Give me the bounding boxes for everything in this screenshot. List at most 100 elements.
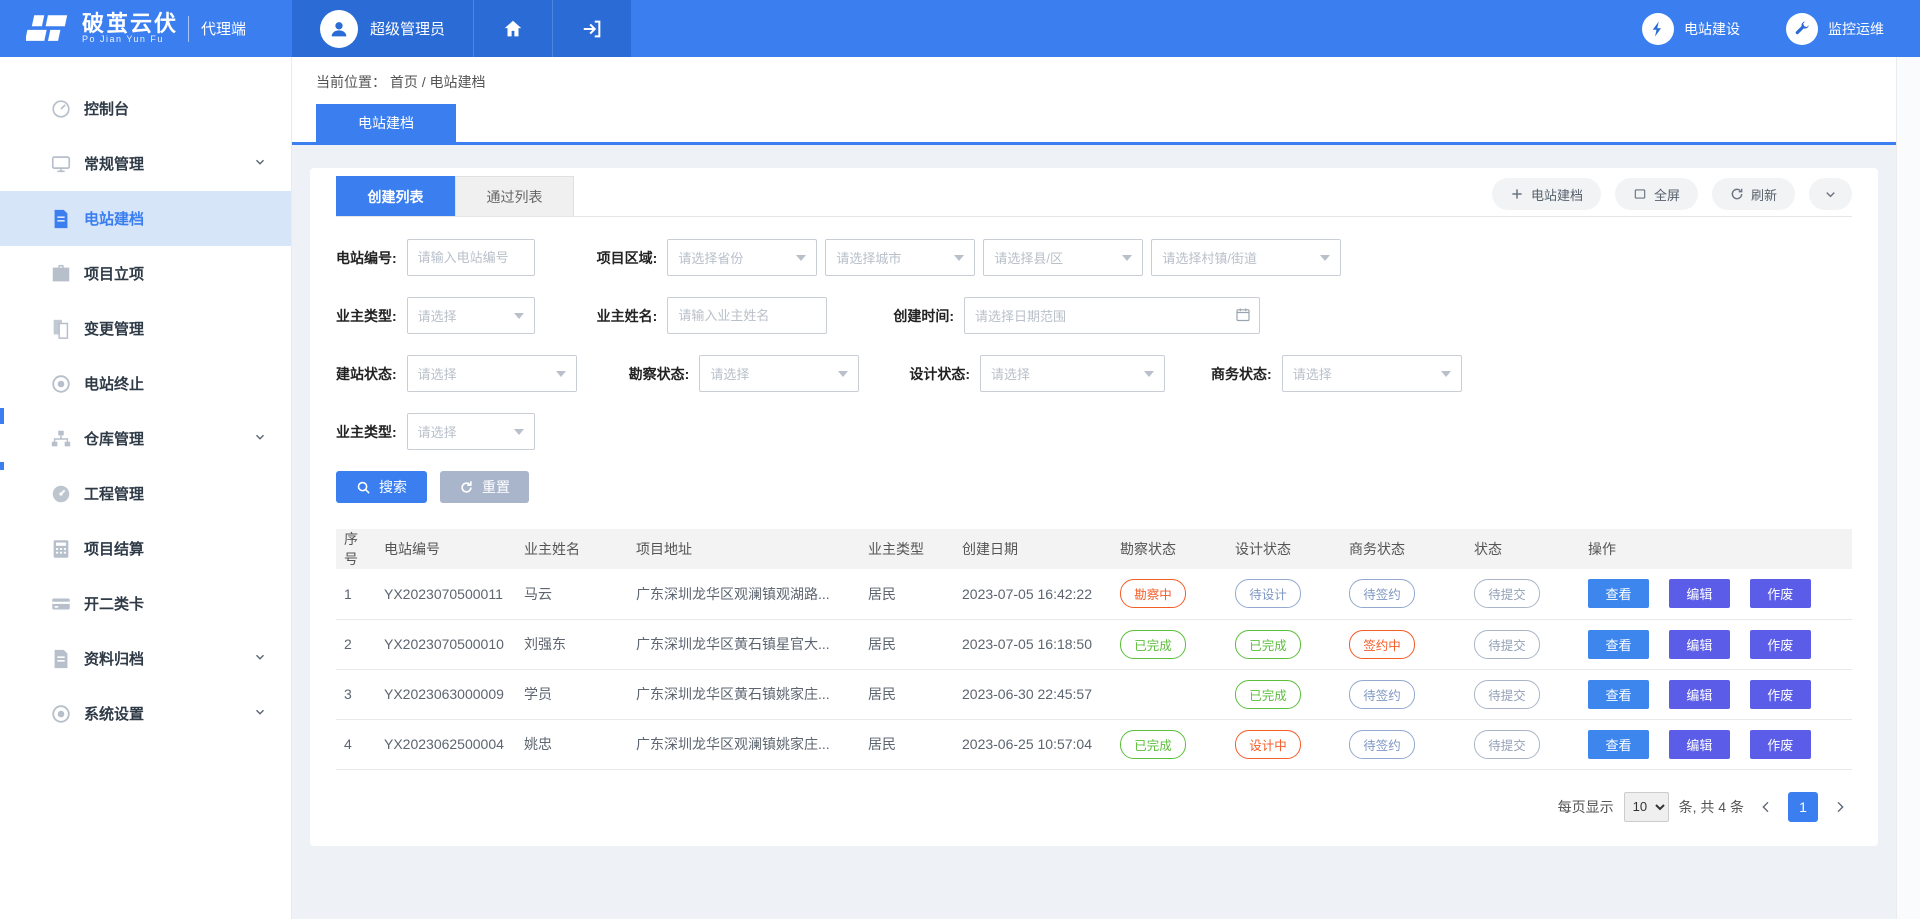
table-header-row: 序号 电站编号 业主姓名 项目地址 业主类型 创建日期 勘察状态 设计状态 商务… <box>336 529 1852 569</box>
col-header-created: 创建日期 <box>954 529 1112 569</box>
wrench-icon <box>1786 13 1818 45</box>
page-number-button[interactable]: 1 <box>1788 792 1818 822</box>
sidebar-item-dashboard[interactable]: 控制台 <box>0 81 291 136</box>
owner-name-input[interactable] <box>667 297 827 334</box>
town-select[interactable]: 请选择村镇/街道 <box>1151 239 1341 276</box>
sidebar-item-project-initiation[interactable]: 项目立项 <box>0 246 291 301</box>
col-header-actions: 操作 <box>1580 529 1852 569</box>
refresh-button[interactable]: 刷新 <box>1712 178 1795 210</box>
edit-button[interactable]: 编辑 <box>1669 680 1730 709</box>
col-header-owner: 业主姓名 <box>516 529 628 569</box>
logout-button[interactable] <box>552 0 631 57</box>
sidebar-item-project-settlement[interactable]: 项目结算 <box>0 521 291 576</box>
lightning-icon <box>1642 13 1674 45</box>
city-select[interactable]: 请选择城市 <box>825 239 975 276</box>
per-page-select[interactable]: 10 <box>1624 792 1669 822</box>
page-tab-station-archive[interactable]: 电站建档 <box>316 104 456 142</box>
void-button[interactable]: 作废 <box>1750 680 1811 709</box>
card-header: 创建列表 通过列表 电站建档 全屏 刷新 <box>336 176 1852 217</box>
cell-type: 居民 <box>860 569 954 619</box>
sitemap-icon <box>50 428 72 450</box>
module-monitor-ops[interactable]: 监控运维 <box>1786 13 1884 45</box>
business-status-badge: 待签约 <box>1349 579 1415 608</box>
province-select[interactable]: 请选择省份 <box>667 239 817 276</box>
cell-code: YX2023070500011 <box>376 569 516 619</box>
chevron-down-icon <box>1823 187 1838 202</box>
col-header-code: 电站编号 <box>376 529 516 569</box>
cell-index: 1 <box>336 569 376 619</box>
sidebar-item-general-mgmt[interactable]: 常规管理 <box>0 136 291 191</box>
settings-icon <box>50 703 72 725</box>
table-row: 4 YX2023062500004 姚忠 广东深圳龙华区观澜镇姚家庄... 居民… <box>336 719 1852 769</box>
next-page-button[interactable] <box>1828 799 1852 815</box>
page-scrollbar[interactable] <box>1896 57 1920 919</box>
module-station-build[interactable]: 电站建设 <box>1642 13 1740 45</box>
sidebar-item-station-termination[interactable]: 电站终止 <box>0 356 291 411</box>
plus-icon <box>1510 187 1524 201</box>
owner-type-select-2[interactable]: 请选择 <box>407 413 535 450</box>
target-icon <box>50 373 72 395</box>
status-badge: 待提交 <box>1474 680 1540 709</box>
void-button[interactable]: 作废 <box>1750 630 1811 659</box>
survey-status-select[interactable]: 请选择 <box>699 355 859 392</box>
design-status-select[interactable]: 请选择 <box>980 355 1165 392</box>
tab-create-list[interactable]: 创建列表 <box>336 176 455 216</box>
county-select[interactable]: 请选择县/区 <box>983 239 1143 276</box>
sidebar-item-system-settings[interactable]: 系统设置 <box>0 686 291 741</box>
sidebar-item-label: 开二类卡 <box>84 593 144 614</box>
fullscreen-button[interactable]: 全屏 <box>1615 178 1698 210</box>
briefcase-icon <box>50 263 72 285</box>
business-status-select[interactable]: 请选择 <box>1282 355 1462 392</box>
view-button[interactable]: 查看 <box>1588 579 1649 608</box>
reset-icon <box>459 480 474 495</box>
current-user[interactable]: 超级管理员 <box>292 0 473 57</box>
add-station-button[interactable]: 电站建档 <box>1492 178 1601 210</box>
sidebar-item-warehouse-mgmt[interactable]: 仓库管理 <box>0 411 291 466</box>
cell-code: YX2023062500004 <box>376 719 516 769</box>
search-label: 搜索 <box>379 477 407 497</box>
select-placeholder: 请选择 <box>1293 364 1332 383</box>
business-status-badge: 签约中 <box>1349 630 1415 659</box>
view-button[interactable]: 查看 <box>1588 730 1649 759</box>
brand-name: 破茧云伏 <box>82 12 178 35</box>
edit-button[interactable]: 编辑 <box>1669 630 1730 659</box>
filter-owner-type: 业主类型: 请选择 <box>336 297 535 334</box>
fullscreen-label: 全屏 <box>1654 185 1680 204</box>
tab-passed-list[interactable]: 通过列表 <box>455 176 574 216</box>
edit-button[interactable]: 编辑 <box>1669 730 1730 759</box>
build-status-select[interactable]: 请选择 <box>407 355 577 392</box>
void-button[interactable]: 作废 <box>1750 730 1811 759</box>
sidebar-item-station-archive[interactable]: 电站建档 <box>0 191 291 246</box>
filter-created-time: 创建时间: 请选择日期范围 <box>893 297 1260 334</box>
status-badge: 待提交 <box>1474 730 1540 759</box>
file-icon <box>50 648 72 670</box>
sidebar-item-data-archive[interactable]: 资料归档 <box>0 631 291 686</box>
business-status-badge: 待签约 <box>1349 730 1415 759</box>
select-placeholder: 请选择 <box>418 306 457 325</box>
cell-owner: 学员 <box>516 669 628 719</box>
station-code-input[interactable] <box>407 239 535 276</box>
filter-label: 创建时间: <box>893 306 954 326</box>
prev-page-button[interactable] <box>1754 799 1778 815</box>
chevron-down-icon <box>253 650 267 668</box>
cell-index: 4 <box>336 719 376 769</box>
sidebar-item-change-mgmt[interactable]: 变更管理 <box>0 301 291 356</box>
sidebar-item-type2-card[interactable]: 开二类卡 <box>0 576 291 631</box>
top-bar-modules: 电站建设 监控运维 <box>1642 0 1920 57</box>
void-button[interactable]: 作废 <box>1750 579 1811 608</box>
view-button[interactable]: 查看 <box>1588 630 1649 659</box>
cell-address: 广东深圳龙华区黄石镇星官大... <box>628 619 860 669</box>
brand-text: 破茧云伏 Po Jian Yun Fu <box>82 12 178 45</box>
view-button[interactable]: 查看 <box>1588 680 1649 709</box>
reset-button[interactable]: 重置 <box>440 471 529 503</box>
owner-type-select[interactable]: 请选择 <box>407 297 535 334</box>
edit-button[interactable]: 编辑 <box>1669 579 1730 608</box>
date-range-picker[interactable]: 请选择日期范围 <box>964 297 1260 334</box>
table-row: 1 YX2023070500011 马云 广东深圳龙华区观澜镇观湖路... 居民… <box>336 569 1852 619</box>
breadcrumb-path[interactable]: 首页 / 电站建档 <box>390 74 486 90</box>
cell-code: YX2023063000009 <box>376 669 516 719</box>
sidebar-item-engineering-mgmt[interactable]: 工程管理 <box>0 466 291 521</box>
home-button[interactable] <box>473 0 552 57</box>
collapse-button[interactable] <box>1809 178 1852 210</box>
search-button[interactable]: 搜索 <box>336 471 427 503</box>
